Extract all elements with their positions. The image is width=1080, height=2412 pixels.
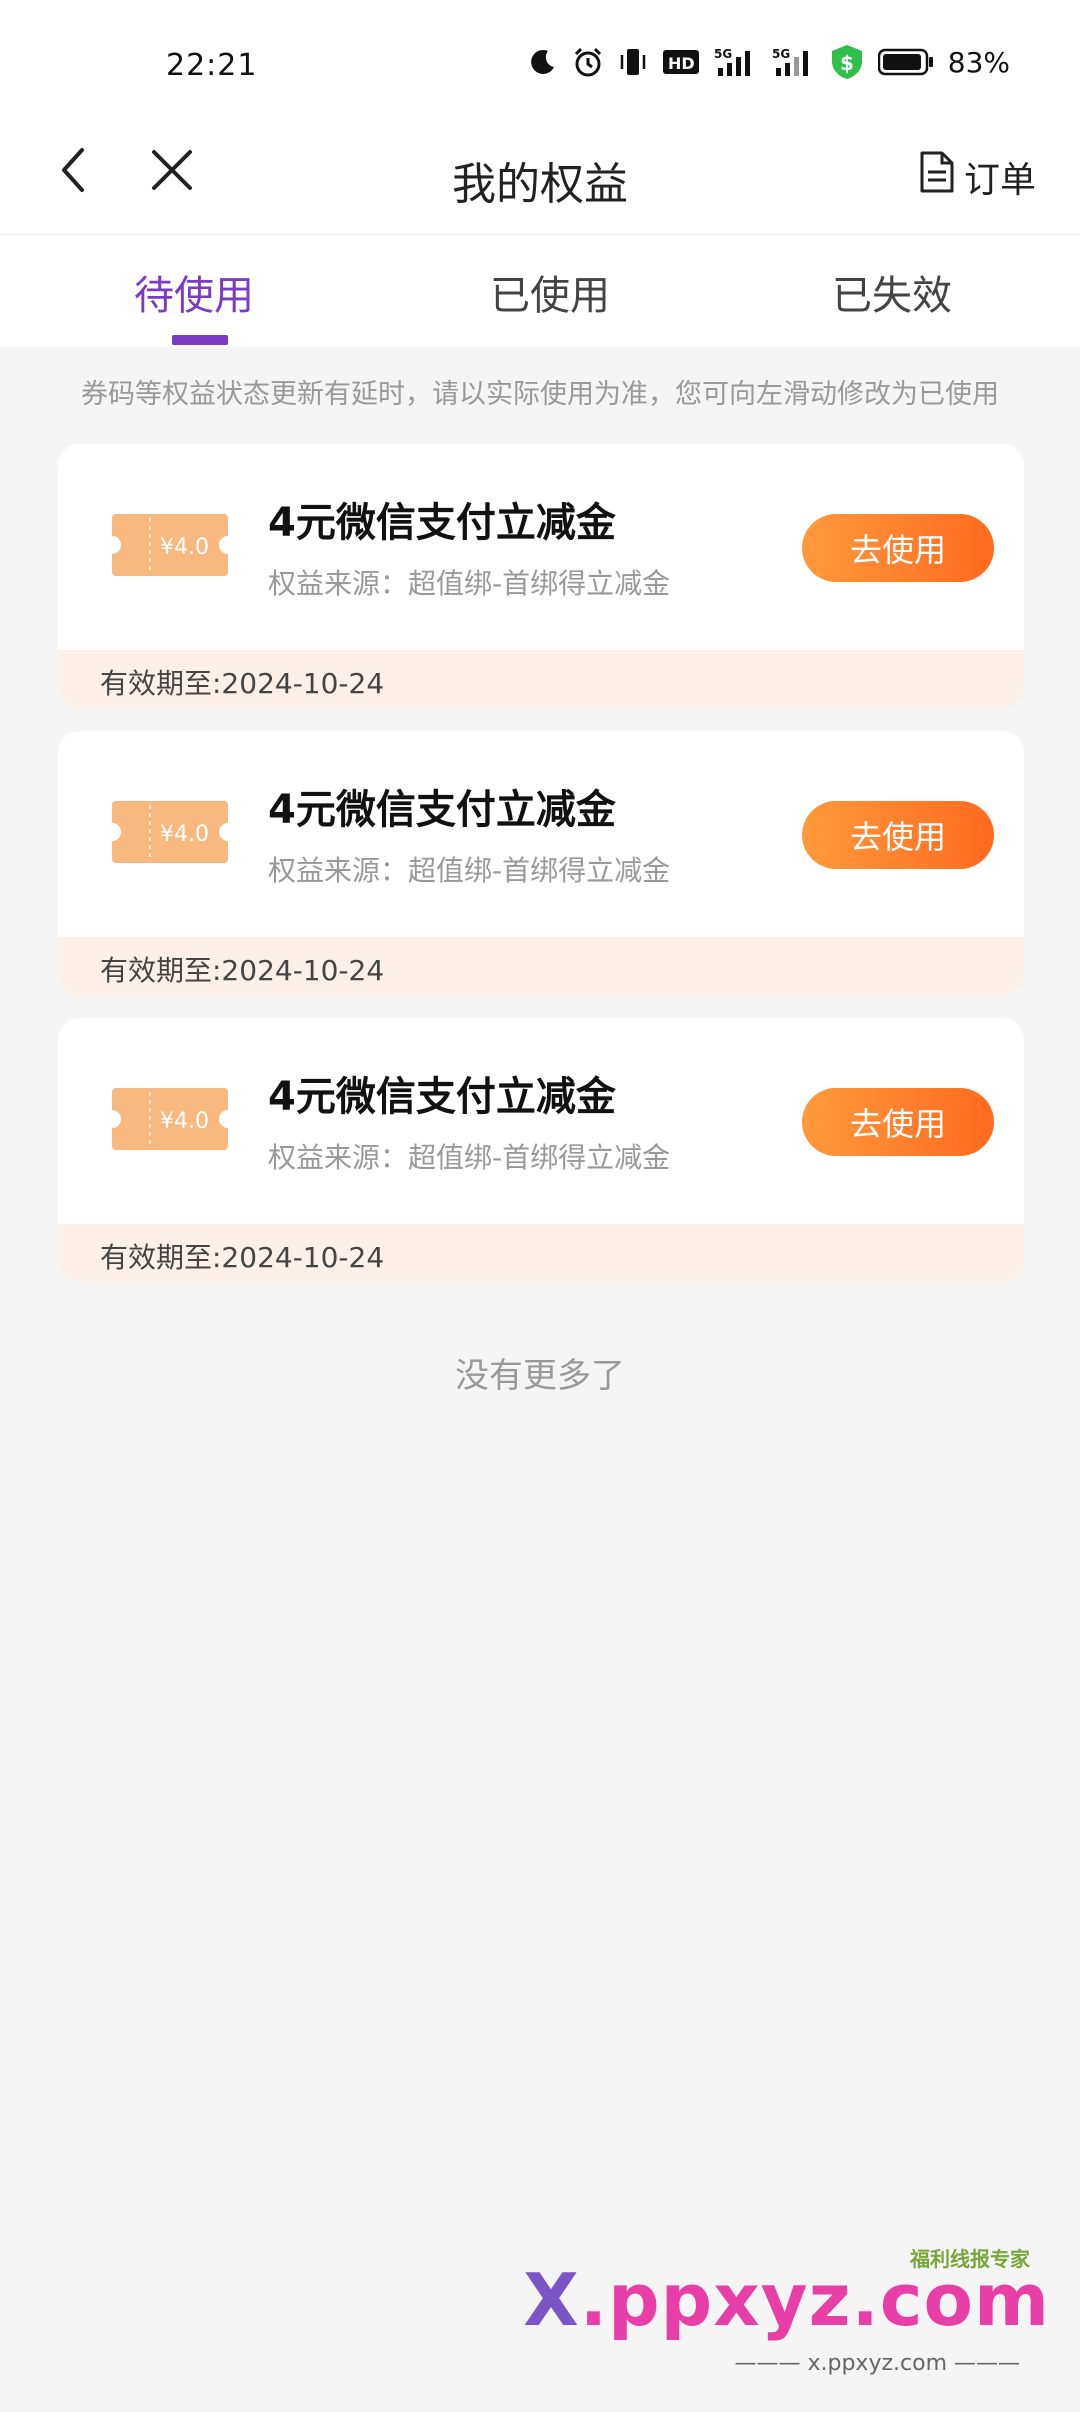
coupon-title: 4元微信支付立减金 [268, 787, 616, 833]
order-label: 订单 [963, 159, 1036, 201]
coupon-ticket-icon: ¥4.0 [112, 514, 228, 576]
active-tab-indicator [172, 335, 228, 345]
coupon-footer: 有效期至:2024-10-24 [58, 937, 1024, 995]
coupon-title: 4元微信支付立减金 [268, 500, 616, 546]
alarm-icon [572, 46, 604, 78]
use-coupon-button[interactable]: 去使用 [802, 514, 994, 582]
header: 我的权益 订单 [0, 120, 1080, 234]
watermark-logo: X.ppxyz.com [523, 2258, 1050, 2342]
svg-text:5G: 5G [772, 47, 790, 61]
coupon-footer: 有效期至:2024-10-24 [58, 650, 1024, 708]
no-more-text: 没有更多了 [455, 1356, 625, 1396]
svg-text:HD: HD [668, 54, 695, 73]
hd-icon: HD [662, 48, 700, 76]
signal-5g-icon: 5G [772, 46, 816, 78]
watermark: 福利线报专家 X.ppxyz.com ——— x.ppxyz.com ——— [523, 2242, 1050, 2382]
coupon-card[interactable]: ¥4.0 4元微信支付立减金 权益来源：超值绑-首绑得立减金 去使用 有效期至:… [58, 731, 1024, 995]
coupon-source: 权益来源：超值绑-首绑得立减金 [268, 854, 671, 887]
tab-used[interactable]: 已使用 [490, 263, 610, 321]
status-icons: HD 5G 5G $ 83% [528, 44, 1010, 80]
watermark-domain: .ppxyz.com [579, 2258, 1050, 2342]
vibrate-icon [618, 46, 648, 78]
watermark-x: X [523, 2258, 580, 2342]
coupon-value: ¥4.0 [160, 822, 209, 847]
status-time: 22:21 [166, 48, 258, 83]
coupon-source: 权益来源：超值绑-首绑得立减金 [268, 567, 671, 600]
order-button[interactable]: 订单 [918, 150, 1036, 203]
coupon-footer: 有效期至:2024-10-24 [58, 1224, 1024, 1282]
battery-icon [877, 48, 934, 76]
battery-percent: 83% [947, 45, 1010, 79]
coupon-value: ¥4.0 [160, 535, 209, 560]
tab-pending[interactable]: 待使用 [134, 263, 254, 321]
shield-dollar-icon: $ [830, 44, 864, 80]
coupon-value: ¥4.0 [160, 1109, 209, 1134]
coupon-expiry: 有效期至:2024-10-24 [100, 1241, 385, 1274]
coupon-card[interactable]: ¥4.0 4元微信支付立减金 权益来源：超值绑-首绑得立减金 去使用 有效期至:… [58, 1018, 1024, 1282]
moon-icon [528, 47, 558, 77]
tab-expired[interactable]: 已失效 [832, 263, 952, 321]
use-coupon-button[interactable]: 去使用 [802, 1088, 994, 1156]
svg-text:5G: 5G [714, 47, 732, 61]
tab-bar: 待使用 已使用 已失效 [0, 234, 1080, 347]
coupon-title: 4元微信支付立减金 [268, 1074, 616, 1120]
coupon-ticket-icon: ¥4.0 [112, 1088, 228, 1150]
watermark-sub: ——— x.ppxyz.com ——— [734, 2351, 1021, 2376]
coupon-expiry: 有效期至:2024-10-24 [100, 954, 385, 987]
coupon-source: 权益来源：超值绑-首绑得立减金 [268, 1141, 671, 1174]
status-bar: 22:21 HD 5G 5G $ 83% [0, 0, 1080, 140]
svg-text:$: $ [840, 51, 854, 75]
document-icon [918, 150, 956, 203]
coupon-card[interactable]: ¥4.0 4元微信支付立减金 权益来源：超值绑-首绑得立减金 去使用 有效期至:… [58, 444, 1024, 708]
coupon-expiry: 有效期至:2024-10-24 [100, 667, 385, 700]
use-coupon-button[interactable]: 去使用 [802, 801, 994, 869]
status-notice: 券码等权益状态更新有延时，请以实际使用为准，您可向左滑动修改为已使用 [81, 379, 999, 410]
coupon-ticket-icon: ¥4.0 [112, 801, 228, 863]
signal-5g-icon: 5G [714, 46, 758, 78]
